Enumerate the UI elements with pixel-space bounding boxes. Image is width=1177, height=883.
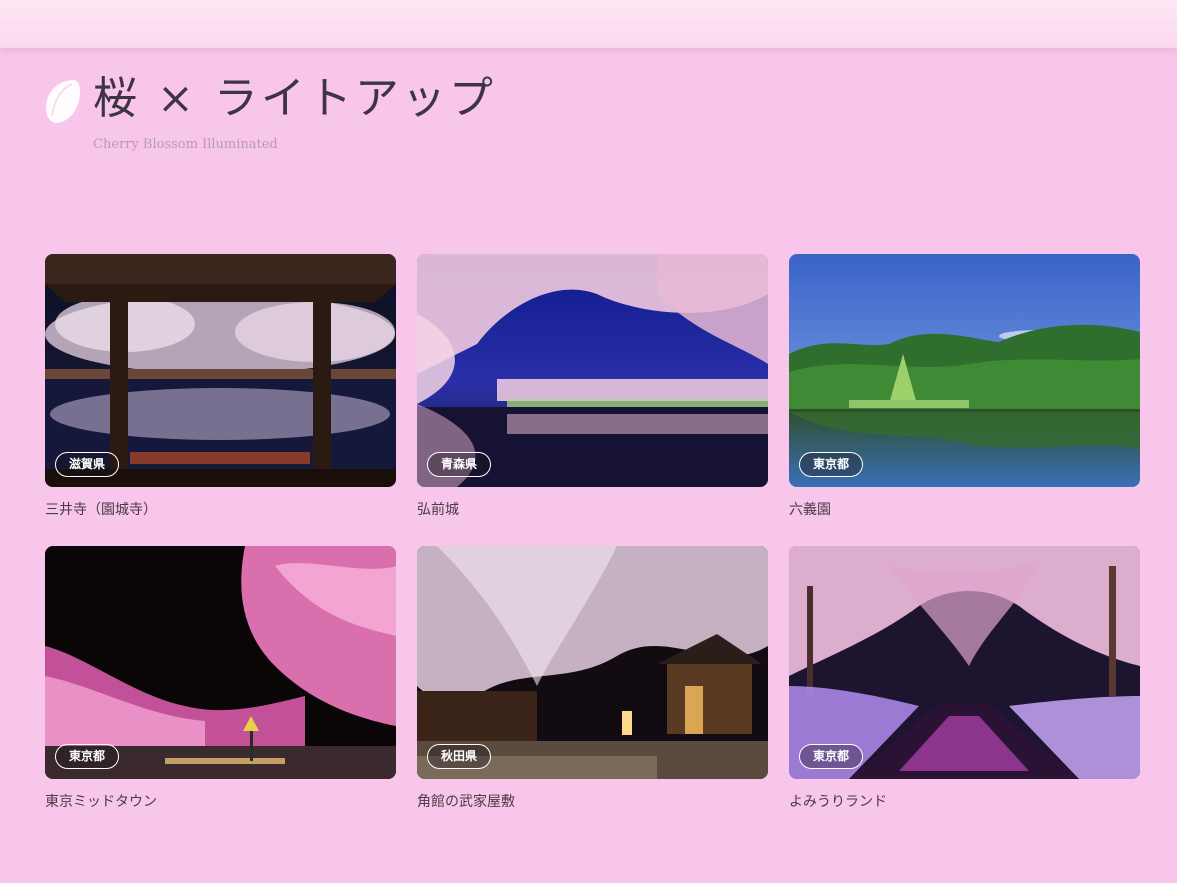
spot-card-kakunodate[interactable]: 秋田県 角館の武家屋敷 (417, 546, 768, 812)
spot-name[interactable]: 東京ミッドタウン (45, 792, 396, 812)
spot-card-rikugien[interactable]: 東京都 六義園 (789, 254, 1140, 520)
spot-name[interactable]: 六義園 (789, 500, 1140, 520)
prefecture-badge: 滋賀県 (55, 452, 120, 477)
spot-card-hirosaki[interactable]: 青森県 弘前城 (417, 254, 768, 520)
spot-card-tokyo-midtown[interactable]: 東京都 東京ミッドタウン (45, 546, 396, 812)
spot-photo[interactable]: 青森県 (417, 254, 768, 487)
prefecture-badge: 青森県 (427, 452, 492, 477)
prefecture-badge: 東京都 (799, 744, 864, 769)
page-subtitle: Cherry Blossom Illuminated (93, 137, 278, 152)
spot-photo[interactable]: 滋賀県 (45, 254, 396, 487)
spot-card-yomiuriland[interactable]: 東京都 よみうりランド (789, 546, 1140, 812)
spot-card-miidera[interactable]: 滋賀県 三井寺（園城寺） (45, 254, 396, 520)
top-bar (0, 0, 1177, 48)
spot-photo[interactable]: 東京都 (45, 546, 396, 779)
page-title: 桜 × ライトアップ (93, 73, 496, 124)
spot-name[interactable]: 弘前城 (417, 500, 768, 520)
spot-photo[interactable]: 東京都 (789, 254, 1140, 487)
prefecture-badge: 東京都 (799, 452, 864, 477)
spot-name[interactable]: 角館の武家屋敷 (417, 792, 768, 812)
spot-grid: 滋賀県 三井寺（園城寺） 青森県 弘前城 東京都 六義園 東京都 東京ミッドタウ… (45, 254, 1140, 812)
spot-name[interactable]: 三井寺（園城寺） (45, 500, 396, 520)
spot-name[interactable]: よみうりランド (789, 792, 1140, 812)
prefecture-badge: 東京都 (55, 744, 120, 769)
prefecture-badge: 秋田県 (427, 744, 492, 769)
sakura-petal-icon (46, 80, 80, 124)
spot-photo[interactable]: 秋田県 (417, 546, 768, 779)
spot-photo[interactable]: 東京都 (789, 546, 1140, 779)
